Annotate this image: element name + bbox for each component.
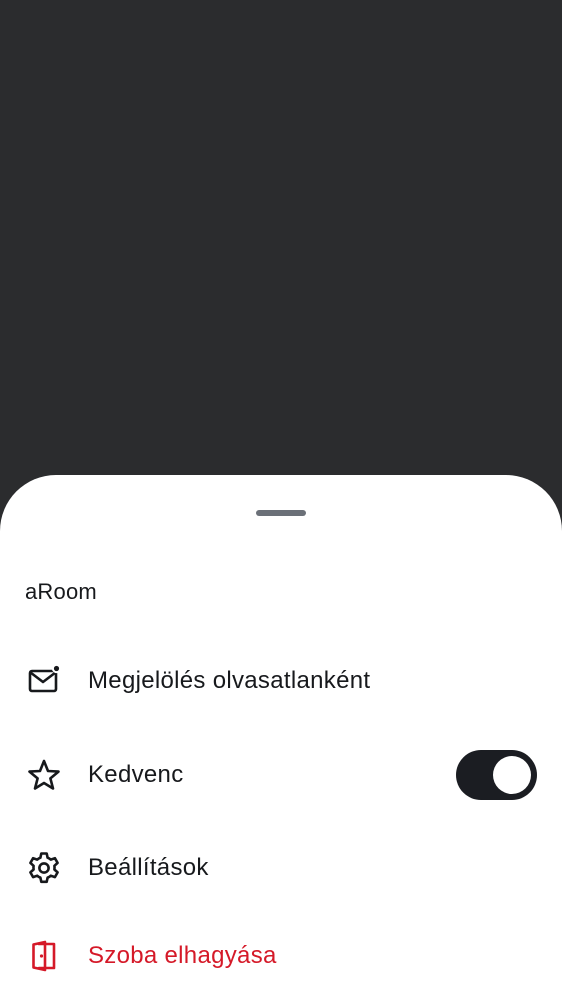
settings-label: Beállítások (88, 854, 209, 881)
scrim-overlay[interactable] (0, 0, 562, 476)
sheet-title: aRoom (25, 579, 97, 604)
mail-unread-icon (26, 663, 62, 699)
gear-icon (26, 850, 62, 886)
leave-room-label: Szoba elhagyása (88, 942, 277, 969)
favourite-toggle[interactable] (456, 750, 537, 800)
mark-unread-item[interactable]: Megjelölés olvasatlanként (0, 641, 562, 721)
toggle-knob (493, 756, 531, 794)
settings-item[interactable]: Beállítások (0, 828, 562, 908)
leave-room-item[interactable]: Szoba elhagyása (0, 916, 562, 996)
drag-handle[interactable] (256, 510, 306, 516)
favourite-item[interactable]: Kedvenc (0, 735, 562, 815)
star-icon (26, 757, 62, 793)
leave-room-icon (26, 938, 62, 974)
bottom-sheet: aRoom Megjelölés olvasatlanként Kedvenc (0, 475, 562, 1000)
mark-unread-label: Megjelölés olvasatlanként (88, 667, 371, 694)
favourite-label: Kedvenc (88, 761, 184, 788)
